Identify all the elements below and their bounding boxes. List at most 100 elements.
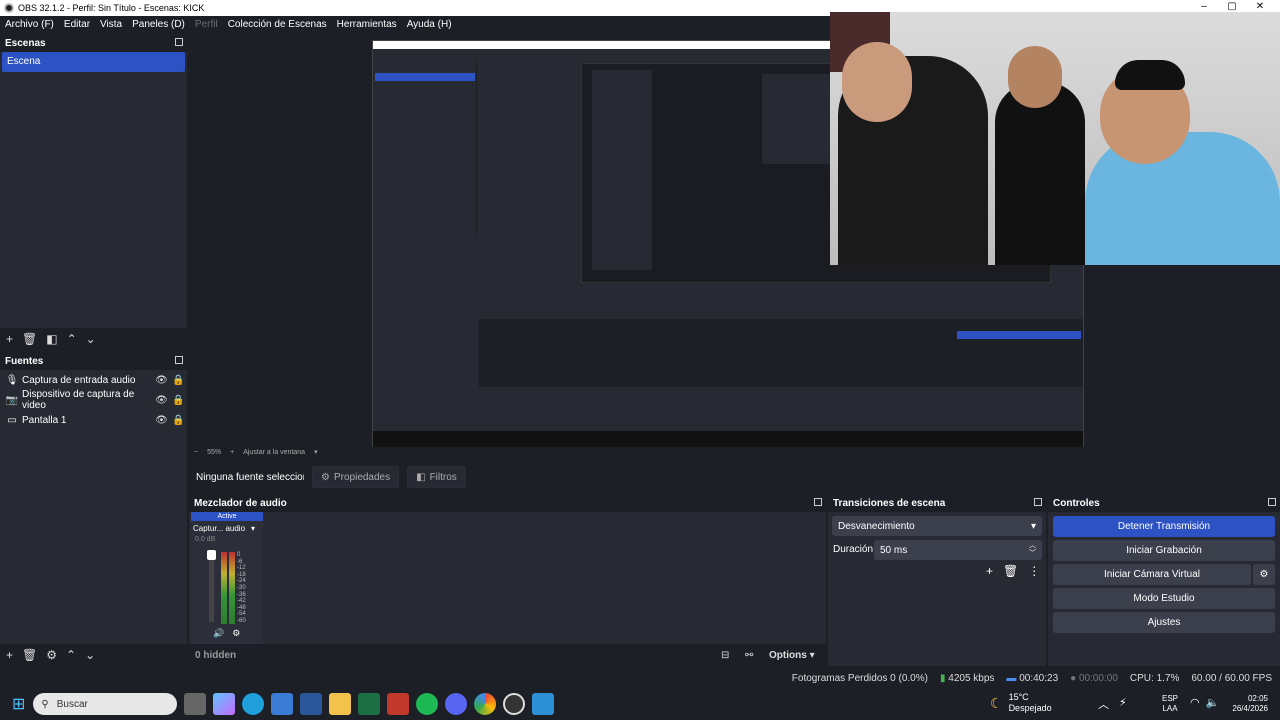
menu-herramientas[interactable]: Herramientas [337,19,397,30]
bitrate-indicator: ▮ 4205 kbps [940,673,994,684]
zoom-in-icon[interactable]: + [230,449,234,456]
undock-icon[interactable] [175,356,183,364]
studio-mode-button[interactable]: Modo Estudio [1053,588,1275,609]
copilot-icon[interactable] [213,693,236,715]
system-tray: ︿ ⚡ [1098,696,1127,712]
source-item[interactable]: 🎙 Captura de entrada audio 👁 🔒 [0,370,187,390]
undock-icon[interactable] [175,38,183,46]
stream-time-indicator: ▬ 00:40:23 [1006,673,1058,684]
up-arrow-icon[interactable]: ⌃ [66,648,76,662]
gear-icon[interactable]: ⚙ [232,628,240,639]
virtual-camera-settings-button[interactable]: ⚙ [1253,564,1275,585]
obs-app-icon [4,3,14,13]
chevron-down-icon[interactable]: ▾ [251,524,255,533]
scene-item[interactable]: Escena [2,52,185,72]
lock-icon[interactable]: 🔒 [170,375,187,386]
duration-spinbox[interactable]: 50 ms ︿ ﹀ [874,540,1042,560]
menu-perfil[interactable]: Perfil [195,19,218,30]
search-icon: ⚲ [41,698,49,710]
menu-archivo[interactable]: Archivo (F) [5,19,54,30]
settings-button[interactable]: Ajustes [1053,612,1275,633]
meter-scale-tick: -30 [237,584,246,591]
language-indicator[interactable]: ESP LAA [1162,694,1178,714]
app-icon[interactable] [532,693,555,715]
filters-button[interactable]: ◧ Filtros [407,466,466,488]
eye-icon[interactable]: 👁 [153,395,170,406]
windows-start-icon[interactable]: ⊞ [12,694,25,714]
recording-time: 00:00:00 [1078,672,1118,684]
lock-icon[interactable]: 🔒 [170,415,187,426]
menu-paneles[interactable]: Paneles (D) [132,19,185,30]
nested-docks [479,319,1083,387]
clock[interactable]: 02:05 26/4/2026 [1226,694,1268,714]
source-item[interactable]: ▭ Pantalla 1 👁 🔒 [0,410,187,430]
gear-icon[interactable]: ⚙ [46,648,57,662]
trash-icon[interactable]: 🗑 [22,332,37,346]
chevron-up-icon[interactable]: ︿ [1098,696,1109,712]
preview-area[interactable]: − 55% + Ajustar a la ventana ▾ [189,12,1280,460]
layout-icon[interactable]: ⊟ [721,650,729,661]
volume-slider-handle[interactable] [207,550,216,560]
trash-icon[interactable]: 🗑 [22,648,37,662]
filters-icon[interactable]: ◧ [46,332,57,346]
taskbar-search[interactable]: ⚲ Buscar [33,693,178,715]
spinner-arrows-icon[interactable]: ︿ ﹀ [1029,542,1036,558]
keyboard-layout: LAA [1162,704,1178,713]
nested-inner-panel [592,70,652,270]
task-view-icon[interactable] [184,693,207,715]
add-icon[interactable]: + [6,648,13,662]
menu-coleccion-escenas[interactable]: Colección de Escenas [228,19,327,30]
file-explorer-icon[interactable] [329,693,352,715]
scenes-dock: Escenas Escena + 🗑 ◧ ⌃ ⌄ [0,34,187,350]
bitrate-value: 4205 kbps [948,672,995,684]
store-icon[interactable] [271,693,294,715]
undock-icon[interactable] [814,498,822,506]
scenes-header: Escenas [0,34,187,52]
down-arrow-icon[interactable]: ⌄ [85,648,95,662]
obs-icon[interactable] [503,693,526,715]
fit-window-dropdown[interactable]: Ajustar a la ventana [243,449,305,456]
weather-widget[interactable]: ☾ 15°C Despejado [990,692,1052,714]
source-item[interactable]: 📷 Dispositivo de captura de video 👁 🔒 [0,389,187,411]
undock-icon[interactable] [1034,498,1042,506]
volume-icon[interactable]: 🔈 [1206,696,1220,709]
eye-icon[interactable]: 👁 [153,415,170,426]
speaker-icon[interactable]: 🔊 [213,628,224,639]
options-dropdown[interactable]: Options ▾ [769,650,815,661]
edge-icon[interactable] [242,693,265,715]
start-recording-button[interactable]: Iniciar Grabación [1053,540,1275,561]
down-arrow-icon[interactable]: ⌄ [86,332,96,346]
trash-icon[interactable]: 🗑 [1003,564,1018,578]
link-icon[interactable]: ⚯ [745,650,753,661]
network-icon[interactable]: ⚡ [1119,696,1127,712]
zoom-out-icon[interactable]: − [194,449,198,456]
discord-icon[interactable] [445,693,468,715]
webcam-person-middle [995,82,1085,265]
channel-name-row[interactable]: Captur... audio ▾ [191,521,263,536]
properties-button[interactable]: ⚙ Propiedades [312,466,400,488]
chrome-icon[interactable] [474,693,497,715]
mixer-title: Mezclador de audio [194,497,287,509]
menu-ayuda[interactable]: Ayuda (H) [407,19,452,30]
wifi-icon[interactable]: ◠ [1190,696,1200,709]
app-icon[interactable] [387,693,410,715]
menu-vista[interactable]: Vista [100,19,122,30]
up-arrow-icon[interactable]: ⌃ [67,332,77,346]
excel-icon[interactable] [358,693,381,715]
more-options-icon[interactable]: ⋮ [1028,564,1040,578]
stop-streaming-button[interactable]: Detener Transmisión [1053,516,1275,537]
menu-editar[interactable]: Editar [64,19,90,30]
transition-select[interactable]: Desvanecimiento ▾ [832,516,1042,536]
add-icon[interactable]: + [6,332,13,346]
chevron-down-icon[interactable]: ▾ [314,448,318,456]
start-virtual-camera-button[interactable]: Iniciar Cámara Virtual [1053,564,1251,585]
add-icon[interactable]: + [986,564,993,578]
lock-icon[interactable]: 🔒 [170,395,187,406]
meter-scale-tick: -36 [237,591,246,598]
eye-icon[interactable]: 👁 [153,375,170,386]
volume-slider-track[interactable] [207,550,216,622]
word-icon[interactable] [300,693,323,715]
undock-icon[interactable] [1268,498,1276,506]
spotify-icon[interactable] [416,693,439,715]
webcam-feed [830,12,1280,265]
